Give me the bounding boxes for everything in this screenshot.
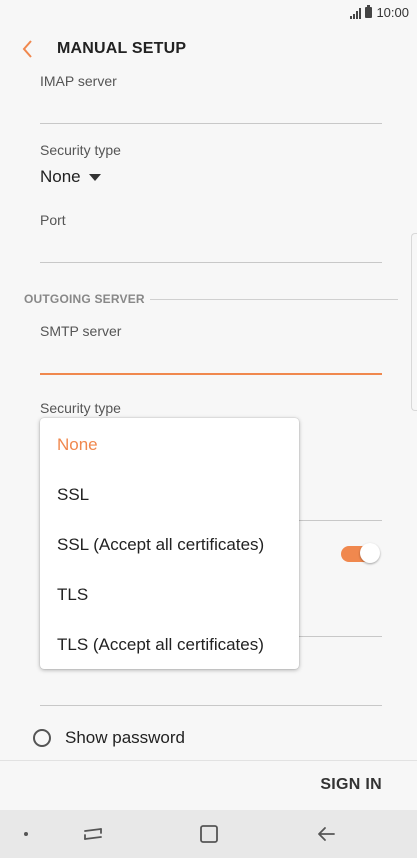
nav-back-icon <box>318 827 335 841</box>
nav-dot-icon <box>24 832 28 836</box>
show-password-option[interactable]: Show password <box>33 728 185 748</box>
scroll-indicator <box>411 233 417 411</box>
incoming-security-type-select[interactable]: None <box>40 167 101 187</box>
dropdown-option-ssl-accept-all[interactable]: SSL (Accept all certificates) <box>57 535 264 555</box>
status-time: 10:00 <box>376 5 409 20</box>
port-input[interactable] <box>40 262 382 263</box>
security-type-dropdown: None SSL SSL (Accept all certificates) T… <box>40 418 299 669</box>
dropdown-option-ssl[interactable]: SSL <box>57 485 89 505</box>
navigation-bar <box>0 810 417 858</box>
port-label: Port <box>40 212 66 228</box>
sign-in-button[interactable]: SIGN IN <box>320 776 382 794</box>
home-icon <box>200 825 218 843</box>
dropdown-option-tls[interactable]: TLS <box>57 585 88 605</box>
toggle-thumb <box>360 543 380 563</box>
recent-apps-icon <box>84 828 102 840</box>
incoming-security-type-label: Security type <box>40 142 121 158</box>
password-input[interactable] <box>40 705 382 706</box>
nav-back-button[interactable] <box>314 822 338 846</box>
outgoing-security-type-label: Security type <box>40 400 121 416</box>
toggle-switch[interactable] <box>341 543 381 565</box>
dropdown-option-none[interactable]: None <box>57 435 98 455</box>
show-password-radio[interactable] <box>33 729 51 747</box>
app-bar: MANUAL SETUP <box>0 26 417 72</box>
status-icons: 10:00 <box>350 5 409 20</box>
imap-server-label: IMAP server <box>40 73 117 89</box>
incoming-security-type-value: None <box>40 167 81 186</box>
back-arrow-icon <box>22 40 32 58</box>
imap-server-input[interactable] <box>40 123 382 124</box>
signal-icon <box>350 7 362 19</box>
smtp-server-label: SMTP server <box>40 323 122 339</box>
back-button[interactable] <box>16 36 42 62</box>
home-button[interactable] <box>197 822 221 846</box>
show-password-label: Show password <box>65 728 186 747</box>
page-title: MANUAL SETUP <box>57 40 187 57</box>
outgoing-server-header: OUTGOING SERVER <box>24 292 145 306</box>
smtp-server-input[interactable] <box>40 373 382 375</box>
dropdown-option-tls-accept-all[interactable]: TLS (Accept all certificates) <box>57 635 264 655</box>
recent-apps-button[interactable] <box>81 822 105 846</box>
section-divider <box>150 299 398 300</box>
footer-divider <box>0 760 417 761</box>
battery-icon <box>365 5 373 18</box>
status-bar: 10:00 <box>0 0 417 26</box>
dropdown-arrow-icon <box>88 173 101 181</box>
